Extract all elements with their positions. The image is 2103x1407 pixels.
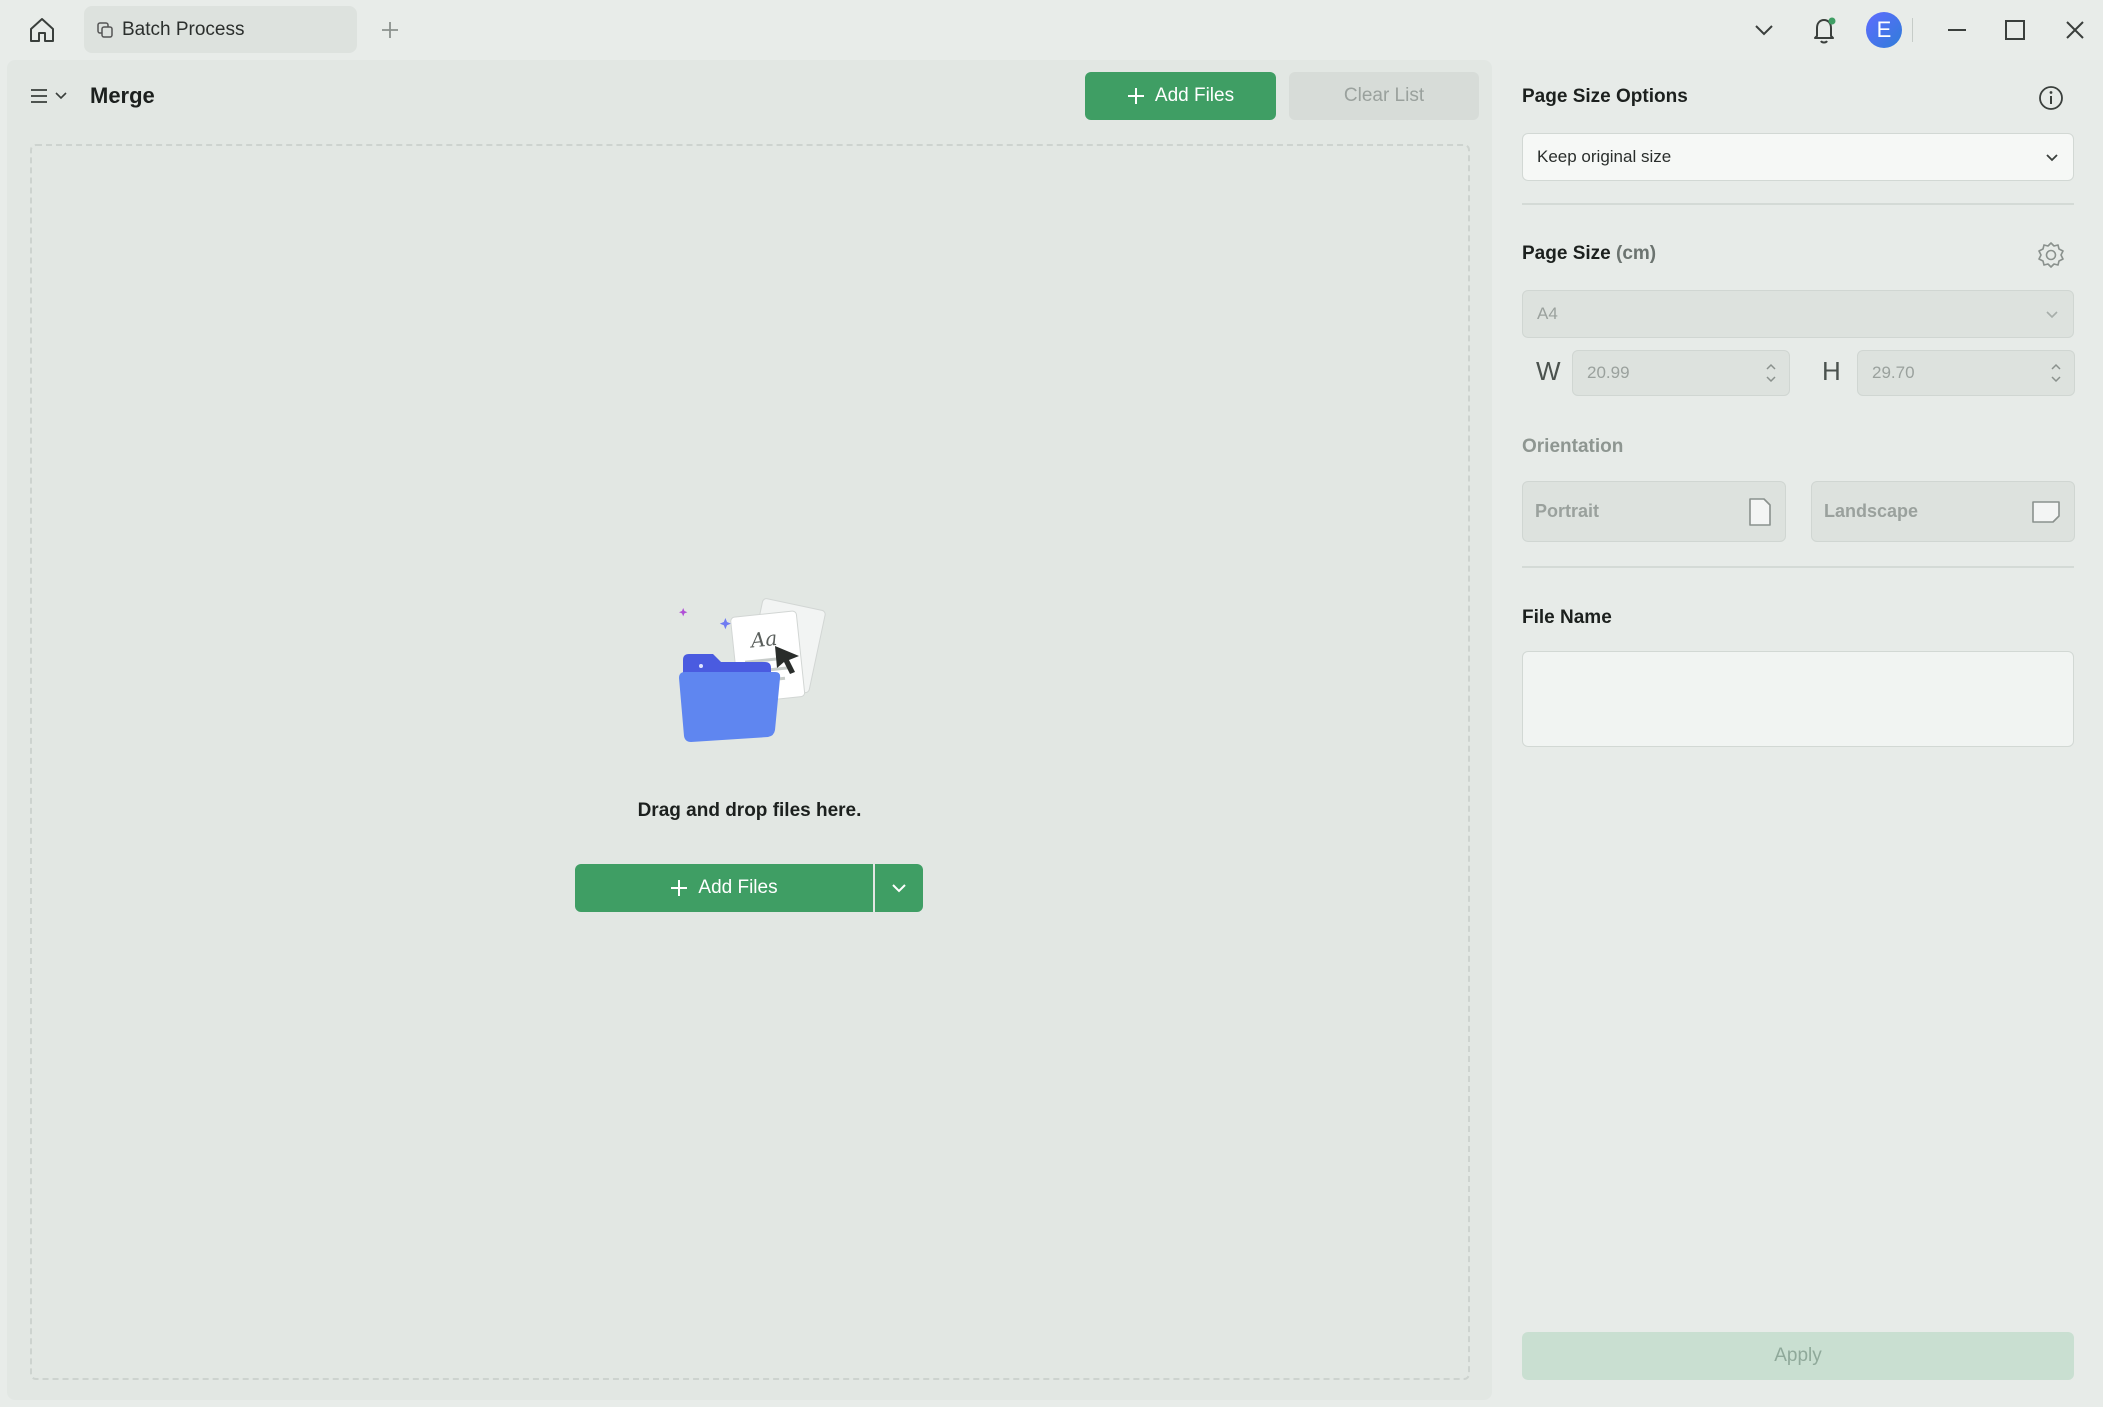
add-files-label: Add Files xyxy=(698,877,778,898)
width-stepper[interactable]: 20.99 xyxy=(1572,350,1790,396)
orientation-title: Orientation xyxy=(1522,436,1624,457)
add-files-dropdown-button[interactable] xyxy=(875,864,923,912)
page-size-title: Page Size (cm) xyxy=(1522,243,1656,265)
page-size-options-select[interactable]: Keep original size xyxy=(1522,133,2074,181)
settings-panel: Page Size Options Keep original size Pag… xyxy=(1500,60,2103,1400)
portrait-button[interactable]: Portrait xyxy=(1522,481,1786,542)
home-button[interactable] xyxy=(24,14,60,46)
clear-list-label: Clear List xyxy=(1343,85,1425,106)
apply-label: Apply xyxy=(1774,1345,1822,1366)
add-files-label: Add Files xyxy=(1154,85,1235,106)
new-tab-button[interactable] xyxy=(376,16,404,44)
minimize-button[interactable] xyxy=(1934,0,1980,60)
chevron-down-icon xyxy=(892,884,906,893)
add-files-split-button: Add Files xyxy=(575,864,923,912)
chevron-down-icon xyxy=(1755,25,1773,36)
file-name-title: File Name xyxy=(1522,607,1612,628)
title-bar: Batch Process E xyxy=(0,0,2103,60)
maximize-button[interactable] xyxy=(1992,0,2038,60)
stepper-arrows-icon[interactable] xyxy=(2050,360,2062,386)
width-label: W xyxy=(1536,356,1561,386)
chevron-down-icon xyxy=(55,92,67,100)
gear-icon xyxy=(2038,242,2064,268)
folder-files-illustration: Aa xyxy=(667,590,847,750)
merge-panel: Merge Add Files Clear List Aa Drag and d… xyxy=(7,60,1492,1400)
batch-process-icon xyxy=(97,21,113,38)
page-size-settings-button[interactable] xyxy=(2035,240,2067,272)
close-icon xyxy=(2066,21,2084,39)
notifications-button[interactable] xyxy=(1804,0,1844,60)
title-bar-divider xyxy=(1912,18,1913,42)
landscape-label: Landscape xyxy=(1824,501,1919,521)
drop-zone-message: Drag and drop files here. xyxy=(637,800,862,821)
portrait-page-icon xyxy=(1749,497,1771,526)
section-divider xyxy=(1522,566,2074,568)
home-icon xyxy=(30,18,54,42)
page-title: Merge xyxy=(90,83,155,108)
section-divider xyxy=(1522,203,2074,205)
folder-documents-icon: Aa xyxy=(679,598,826,742)
hamburger-icon xyxy=(31,89,47,103)
avatar: E xyxy=(1866,12,1902,48)
info-button[interactable] xyxy=(2037,84,2065,112)
close-button[interactable] xyxy=(2052,0,2098,60)
add-files-button[interactable]: Add Files xyxy=(1085,72,1276,120)
landscape-page-icon xyxy=(2032,500,2060,523)
apply-button[interactable]: Apply xyxy=(1522,1332,2074,1380)
maximize-icon xyxy=(2005,20,2025,40)
file-name-input[interactable] xyxy=(1522,651,2074,747)
page-size-title-text: Page Size xyxy=(1522,243,1611,264)
chevron-down-icon xyxy=(2046,153,2058,161)
svg-text:Aa: Aa xyxy=(748,626,779,653)
file-drop-zone[interactable] xyxy=(30,144,1470,1380)
height-label: H xyxy=(1822,356,1841,386)
landscape-button[interactable]: Landscape xyxy=(1811,481,2075,542)
info-icon xyxy=(2039,86,2063,110)
add-files-main-button[interactable]: Add Files xyxy=(575,864,873,912)
user-avatar-button[interactable]: E xyxy=(1864,0,1904,60)
stepper-arrows-icon[interactable] xyxy=(1765,360,1777,386)
page-size-unit: (cm) xyxy=(1616,243,1657,264)
tabs-dropdown-button[interactable] xyxy=(1744,0,1784,60)
bell-icon xyxy=(1814,17,1836,44)
page-size-preset-select[interactable]: A4 xyxy=(1522,290,2074,338)
page-size-options-value: Keep original size xyxy=(1537,147,1672,166)
width-value: 20.99 xyxy=(1587,363,1630,382)
page-size-preset-value: A4 xyxy=(1537,304,1558,323)
page-size-options-title: Page Size Options xyxy=(1522,86,1688,107)
minimize-icon xyxy=(1948,29,1966,31)
plus-icon xyxy=(382,22,398,38)
menu-button[interactable] xyxy=(29,82,77,110)
clear-list-button[interactable]: Clear List xyxy=(1289,72,1479,120)
height-stepper[interactable]: 29.70 xyxy=(1857,350,2075,396)
height-value: 29.70 xyxy=(1872,363,1915,382)
plus-icon xyxy=(671,880,688,896)
tab-batch-process[interactable]: Batch Process xyxy=(84,6,357,53)
tab-label: Batch Process xyxy=(122,18,245,40)
chevron-down-icon xyxy=(2046,310,2058,318)
portrait-label: Portrait xyxy=(1535,501,1600,521)
plus-icon xyxy=(1127,88,1144,104)
